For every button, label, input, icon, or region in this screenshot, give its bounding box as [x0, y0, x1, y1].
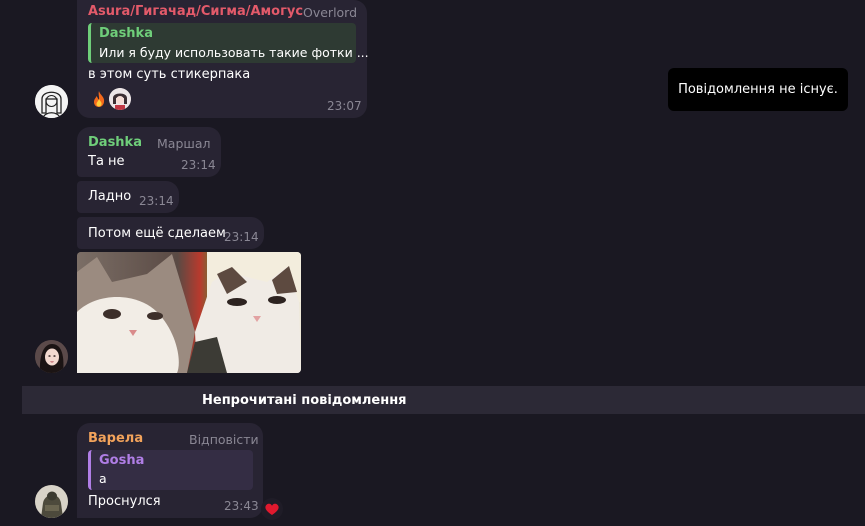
message-time: 23:14: [181, 158, 216, 172]
sender-avatar[interactable]: [35, 485, 68, 518]
anime-avatar-icon: [35, 85, 68, 118]
author-rank: Overlord: [303, 5, 358, 20]
message-time: 23:14: [139, 194, 174, 208]
quote-author: Dashka: [99, 26, 153, 41]
message-time: 23:14: [224, 230, 259, 244]
chat-history: Asura/Гигачад/Сигма/Амогус Overlord Dash…: [0, 0, 865, 526]
soldier-avatar-icon: [35, 485, 68, 518]
reaction-user-avatar[interactable]: [109, 88, 131, 110]
quote-text: Или я буду использовать такие фотки ...: [99, 45, 369, 60]
message-time: 23:07: [327, 99, 362, 113]
message-author[interactable]: Варела: [88, 431, 143, 446]
message-text: Та не: [88, 154, 125, 169]
message-text: Ладно: [88, 189, 132, 204]
quote-text: а: [99, 471, 107, 486]
message-author[interactable]: Asura/Гигачад/Сигма/Амогус: [88, 4, 303, 19]
user-avatar-icon: [109, 88, 131, 110]
message-time: 23:43: [224, 499, 259, 513]
cats-photo: [77, 252, 301, 373]
sender-avatar[interactable]: [35, 85, 68, 118]
quote-author: Gosha: [99, 453, 145, 468]
message-text: в этом суть стикерпака: [88, 67, 251, 82]
unread-divider: [22, 386, 865, 414]
heart-icon: [265, 503, 279, 515]
girl-avatar-icon: [35, 340, 68, 373]
fire-icon: [94, 91, 105, 107]
reaction-heart[interactable]: [261, 498, 283, 520]
reply-link[interactable]: Відповісти: [189, 432, 259, 447]
message-text: Проснулся: [88, 494, 161, 509]
photo-message[interactable]: [77, 252, 301, 373]
reaction-fire[interactable]: [88, 88, 110, 110]
author-rank: Маршал: [157, 136, 211, 151]
message-text: Потом ещё сделаем: [88, 226, 226, 241]
unread-divider-label: Непрочитані повідомлення: [202, 393, 407, 408]
tooltip-message-not-found: Повідомлення не існує.: [668, 68, 848, 111]
sender-avatar[interactable]: [35, 340, 68, 373]
message-author[interactable]: Dashka: [88, 135, 142, 150]
